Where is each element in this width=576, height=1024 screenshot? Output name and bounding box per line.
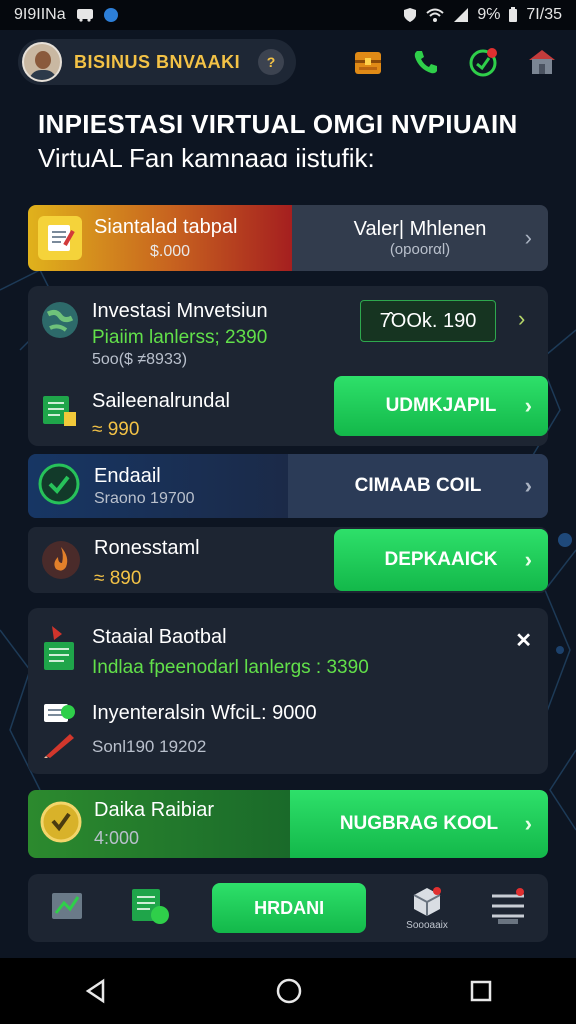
- investment-title: Investasi Mnvetsiun: [92, 300, 268, 322]
- chevron-right-icon: ›: [524, 225, 532, 250]
- clock: 7I/35: [526, 6, 562, 23]
- pen-icon: [42, 730, 76, 763]
- nav-center-button[interactable]: HRDANI: [212, 883, 367, 933]
- chevron-right-icon: ›: [524, 393, 532, 418]
- wifi-icon: [426, 8, 445, 22]
- balance-card[interactable]: Siantalad tabpal $.000: [28, 205, 292, 271]
- report-icon: [42, 624, 78, 679]
- email-row: Endaail Sraono 19700 CIMAAB COIL ›: [28, 454, 548, 518]
- shield-status-icon: [404, 8, 417, 22]
- chevron-right-icon: ›: [524, 473, 532, 498]
- balance-value: $.000: [150, 242, 191, 260]
- nav-item-4[interactable]: Soooaaix: [406, 886, 448, 931]
- back-icon[interactable]: [83, 978, 109, 1004]
- battery-percent: 9℅: [477, 6, 501, 23]
- phone-refresh-icon[interactable]: [410, 46, 442, 78]
- chevron-right-icon: ›: [524, 811, 532, 836]
- stats-line-3: Sonl190 19202: [92, 737, 207, 756]
- battery-icon: [509, 7, 518, 22]
- app-header: BISINUS BNVAAKI ?: [0, 32, 576, 92]
- savings-value: ≈ 990: [92, 419, 140, 440]
- signal-icon: [454, 8, 469, 22]
- nav-menu-icon[interactable]: [488, 886, 528, 931]
- stats-title: Staaial Baotbal: [92, 626, 227, 648]
- email-title: Endaail: [94, 464, 161, 487]
- system-navigation-bar: [0, 958, 576, 1024]
- nugbrag-kool-button[interactable]: NUGBRAG KOOL ›: [290, 790, 548, 858]
- email-sub: Sraono 19700: [94, 489, 195, 507]
- nav-item-4-label: Soooaaix: [406, 919, 448, 931]
- udmkjapil-label: UDMKJAPIL: [385, 395, 497, 416]
- help-button[interactable]: ?: [258, 49, 284, 75]
- reward-row: Daika Raibiar 4:000 NUGBRAG KOOL ›: [28, 790, 548, 858]
- page-title: INPIESTASI VIRTUAL OMGI NVPIUAIN VirtuAL…: [38, 108, 538, 176]
- depkaaick-button[interactable]: DEPKAAICK ›: [334, 529, 548, 591]
- valuer-card[interactable]: Valer| Mhlenen (opoorαl) ›: [292, 205, 548, 271]
- money-card-icon: [40, 390, 80, 435]
- depkaaick-label: DEPKAAICK: [384, 549, 498, 570]
- investment-badge-text: 7̂OOk. 190: [379, 309, 477, 332]
- reward-title: Daika Raibiar: [94, 799, 215, 821]
- coin-check-icon: [40, 801, 82, 848]
- ron-row: Ronesstaml ≈ 890 DEPKAAICK ›: [28, 527, 548, 593]
- shield-check-icon: [38, 463, 80, 510]
- ron-title: Ronesstaml: [94, 537, 200, 559]
- cimaab-coil-label: CIMAAB COIL: [354, 475, 482, 496]
- chevron-right-icon: ›: [524, 547, 532, 572]
- title-line-2: VirtuAL Fan kamnaaɑ iistufik:: [38, 143, 375, 173]
- profile-pill[interactable]: BISINUS BNVAAKI ?: [18, 39, 296, 85]
- flame-icon: [40, 539, 82, 586]
- card-icon: [42, 702, 76, 731]
- nav-center-label: HRDANI: [254, 897, 325, 918]
- avatar[interactable]: [22, 42, 62, 82]
- badge-chevron-icon[interactable]: ›: [518, 306, 525, 332]
- ron-value: ≈ 890: [94, 568, 142, 589]
- cube-icon: [413, 886, 441, 916]
- bus-icon: [76, 9, 93, 22]
- email-card[interactable]: Endaail Sraono 19700: [28, 454, 288, 518]
- valuer-title: Valer| Mhlenen: [353, 218, 487, 240]
- app-notification-icon: [103, 8, 118, 22]
- stats-line-2: Inyenteralsin WfciL: 9000: [92, 702, 317, 724]
- rewards-badge-icon[interactable]: [468, 46, 500, 78]
- nugbrag-kool-label: NUGBRAG KOOL: [339, 813, 499, 834]
- nav-chart-icon[interactable]: [48, 887, 88, 930]
- investment-badge[interactable]: 7̂OOk. 190: [360, 300, 496, 342]
- balance-title: Siantalad tabpal: [94, 215, 238, 238]
- notepad-icon: [38, 216, 82, 260]
- cimaab-coil-button[interactable]: CIMAAB COIL ›: [288, 454, 548, 518]
- title-line-1: INPIESTASI VIRTUAL OMGI NVPIUAIN: [38, 109, 518, 139]
- treasure-chest-icon[interactable]: [352, 46, 384, 78]
- investment-green-line: Piaiim lanlerss; 2390: [92, 327, 268, 348]
- reward-card[interactable]: Daika Raibiar 4:000: [28, 790, 290, 858]
- investment-panel: Investasi Mnvetsiun Piaiim lanlerss; 239…: [28, 286, 548, 446]
- udmkjapil-button[interactable]: UDMKJAPIL ›: [334, 376, 548, 436]
- stats-panel: Staaial Baotbal Indlaa fpeenodarl lanler…: [28, 608, 548, 774]
- home-icon[interactable]: [275, 977, 303, 1005]
- carrier-text: 9I9IINa: [14, 6, 66, 23]
- close-icon[interactable]: ✕: [515, 628, 532, 653]
- savings-title: Saileenalrundal: [92, 390, 230, 412]
- reward-value: 4:000: [94, 828, 140, 848]
- stats-green-line: Indlaa fpeenodarl lanlergs : 3390: [92, 657, 369, 678]
- recents-icon[interactable]: [469, 979, 493, 1003]
- nav-wallet-icon[interactable]: [128, 885, 172, 932]
- globe-icon: [40, 300, 80, 345]
- balance-row: Siantalad tabpal $.000 Valer| Mhlenen (o…: [28, 205, 548, 271]
- status-bar: 9I9IINa 9℅ 7I/35: [0, 0, 576, 30]
- investment-sub-line: 5oo($ ≠8933): [92, 351, 188, 368]
- bottom-nav: HRDANI Soooaaix: [28, 874, 548, 942]
- valuer-sub: (opoorαl): [389, 241, 451, 258]
- home-shop-icon[interactable]: [526, 46, 558, 78]
- brand-name: BISINUS BNVAAKI: [74, 51, 241, 72]
